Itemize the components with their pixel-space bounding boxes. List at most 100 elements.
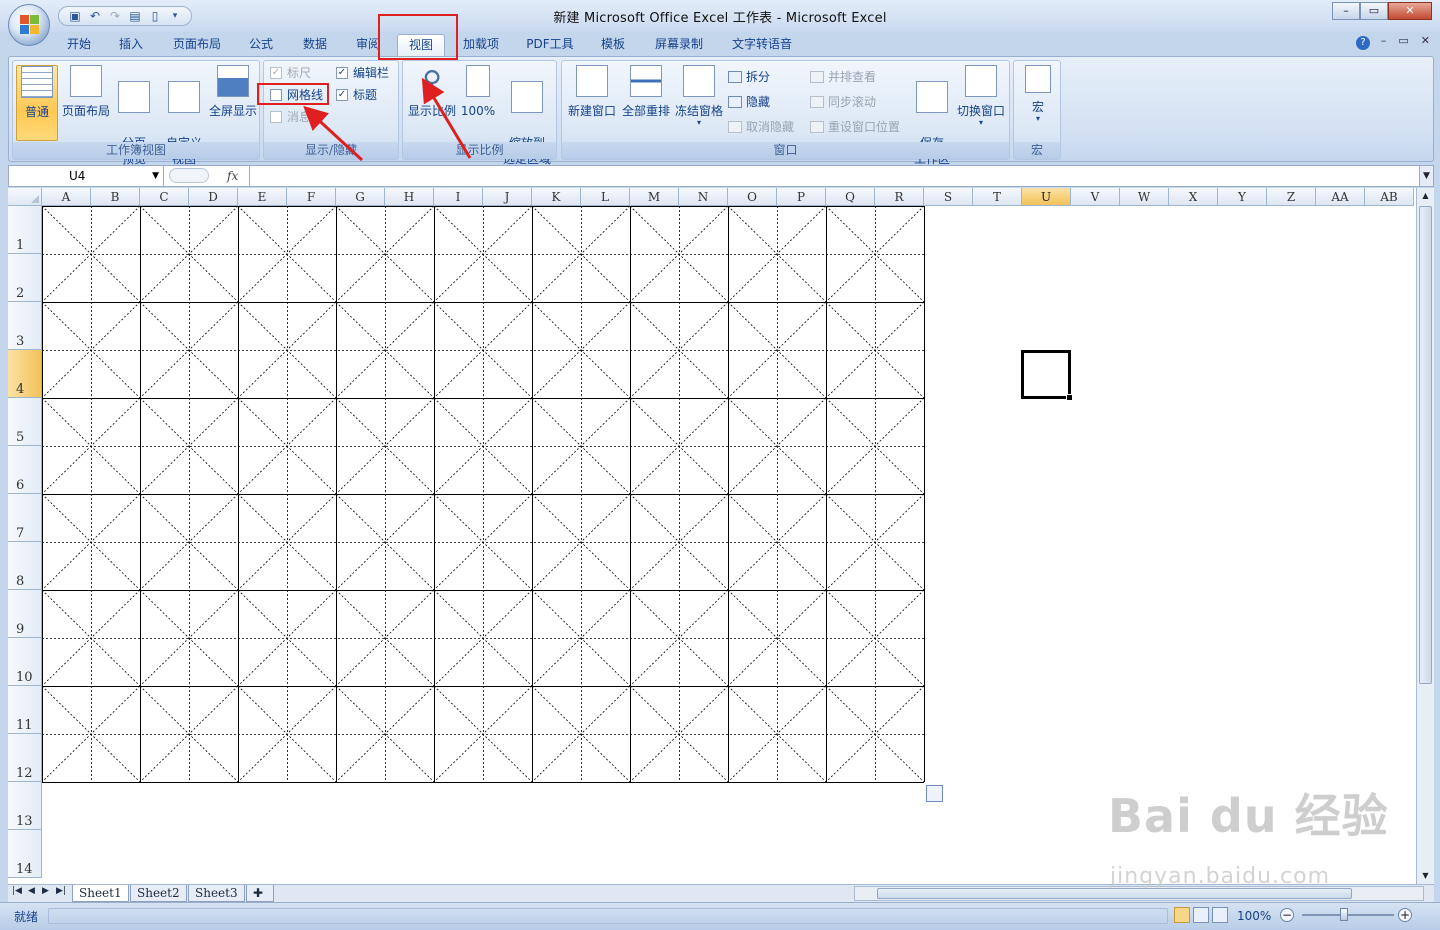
last-sheet-icon[interactable]: ▶| xyxy=(56,886,66,896)
tab-page-layout[interactable]: 页面布局 xyxy=(166,34,228,56)
unhide-button[interactable]: 取消隐藏 xyxy=(728,118,794,136)
message-bar-checkbox[interactable]: 消息栏 xyxy=(270,108,323,126)
switch-windows-button[interactable]: 切换窗口 ▾ xyxy=(954,65,1008,127)
expand-formula-bar-icon[interactable]: ▼ xyxy=(1419,166,1433,186)
insert-sheet-icon[interactable]: ✚ xyxy=(246,885,274,902)
office-button[interactable] xyxy=(8,4,50,46)
restore-workbook-icon[interactable]: ▭ xyxy=(1398,34,1408,47)
zoom-out-icon[interactable]: − xyxy=(1280,908,1294,922)
split-button[interactable]: 拆分 xyxy=(728,68,770,86)
formula-input[interactable] xyxy=(249,166,1417,186)
headings-checkbox[interactable]: ✓ 标题 xyxy=(336,86,377,104)
sheet-tab-3[interactable]: Sheet3 xyxy=(188,885,245,902)
page-layout-status-icon[interactable] xyxy=(1193,907,1209,923)
formula-bar-splitter[interactable] xyxy=(169,168,209,183)
help-icon[interactable]: ? xyxy=(1356,36,1370,50)
row-header[interactable]: 12 xyxy=(8,734,42,782)
column-header[interactable]: P xyxy=(777,188,826,206)
column-header[interactable]: C xyxy=(140,188,189,206)
minimize-button[interactable]: – xyxy=(1332,2,1360,20)
column-header[interactable]: Q xyxy=(826,188,875,206)
tab-data[interactable]: 数据 xyxy=(294,34,336,56)
arrange-all-button[interactable]: 全部重排 xyxy=(619,65,673,119)
column-header[interactable]: F xyxy=(287,188,336,206)
tab-formulas[interactable]: 公式 xyxy=(240,34,282,56)
page-break-status-icon[interactable] xyxy=(1212,907,1228,923)
column-header[interactable]: H xyxy=(385,188,434,206)
tab-insert[interactable]: 插入 xyxy=(110,34,152,56)
maximize-button[interactable]: ▭ xyxy=(1360,2,1388,20)
minimize-workbook-icon[interactable]: – xyxy=(1381,34,1387,47)
column-header[interactable]: R xyxy=(875,188,924,206)
horizontal-scroll-thumb[interactable] xyxy=(877,888,1352,899)
column-header[interactable]: AB xyxy=(1365,188,1414,206)
page-layout-view-button[interactable]: 页面布局 xyxy=(60,65,112,119)
close-button[interactable]: ✕ xyxy=(1388,2,1432,20)
reset-window-position-button[interactable]: 重设窗口位置 xyxy=(810,118,900,136)
new-window-button[interactable]: 新建窗口 xyxy=(565,65,619,119)
row-header[interactable]: 4 xyxy=(8,350,42,398)
zoom-slider-knob[interactable] xyxy=(1340,908,1348,921)
row-header[interactable]: 13 xyxy=(8,782,42,830)
column-header[interactable]: U xyxy=(1022,188,1071,206)
column-header[interactable]: Z xyxy=(1267,188,1316,206)
row-header[interactable]: 8 xyxy=(8,542,42,590)
column-header[interactable]: K xyxy=(532,188,581,206)
column-header[interactable]: O xyxy=(728,188,777,206)
sheet-tab-1[interactable]: Sheet1 xyxy=(72,885,129,902)
tab-addins[interactable]: 加载项 xyxy=(456,34,506,56)
column-header[interactable]: V xyxy=(1071,188,1120,206)
tab-text-to-speech[interactable]: 文字转语音 xyxy=(726,34,798,56)
column-header[interactable]: G xyxy=(336,188,385,206)
column-header[interactable]: E xyxy=(238,188,287,206)
zoom-percent[interactable]: 100% xyxy=(1237,909,1271,923)
row-header[interactable]: 5 xyxy=(8,398,42,446)
sync-scroll-button[interactable]: 同步滚动 xyxy=(810,93,876,111)
column-header[interactable]: X xyxy=(1169,188,1218,206)
tab-templates[interactable]: 模板 xyxy=(592,34,634,56)
column-header[interactable]: Y xyxy=(1218,188,1267,206)
tab-pdf-tools[interactable]: PDF工具 xyxy=(520,34,580,56)
prev-sheet-icon[interactable]: ◀ xyxy=(28,886,35,896)
chevron-down-icon[interactable]: ▼ xyxy=(152,166,159,186)
name-box[interactable]: U4 ▼ xyxy=(9,166,164,186)
column-header[interactable]: N xyxy=(679,188,728,206)
next-sheet-icon[interactable]: ▶ xyxy=(42,886,49,896)
row-header[interactable]: 1 xyxy=(8,206,42,254)
formula-bar-checkbox[interactable]: ✓ 编辑栏 xyxy=(336,64,389,82)
column-header[interactable]: M xyxy=(630,188,679,206)
row-header[interactable]: 10 xyxy=(8,638,42,686)
row-header[interactable]: 14 xyxy=(8,830,42,878)
hide-button[interactable]: 隐藏 xyxy=(728,93,770,111)
column-header[interactable]: A xyxy=(42,188,91,206)
freeze-panes-button[interactable]: 冻结窗格 ▾ xyxy=(672,65,726,127)
column-header[interactable]: T xyxy=(973,188,1022,206)
column-header[interactable]: J xyxy=(483,188,532,206)
row-header[interactable]: 6 xyxy=(8,446,42,494)
scroll-up-icon[interactable]: ▲ xyxy=(1417,188,1434,204)
full-screen-button[interactable]: 全屏显示 xyxy=(207,65,259,119)
vertical-scroll-thumb[interactable] xyxy=(1419,206,1432,684)
column-header[interactable]: W xyxy=(1120,188,1169,206)
column-header[interactable]: AA xyxy=(1316,188,1365,206)
row-header[interactable]: 9 xyxy=(8,590,42,638)
zoom-in-icon[interactable]: + xyxy=(1398,908,1412,922)
row-header[interactable]: 3 xyxy=(8,302,42,350)
zoom-slider-track[interactable] xyxy=(1302,914,1394,916)
column-header[interactable]: B xyxy=(91,188,140,206)
normal-view-status-icon[interactable] xyxy=(1174,907,1190,923)
tab-home[interactable]: 开始 xyxy=(58,34,100,56)
normal-view-button[interactable]: 普通 xyxy=(16,65,58,141)
row-header[interactable]: 2 xyxy=(8,254,42,302)
sheet-tab-2[interactable]: Sheet2 xyxy=(130,885,187,902)
column-header[interactable]: S xyxy=(924,188,973,206)
row-header[interactable]: 7 xyxy=(8,494,42,542)
scroll-down-icon[interactable]: ▼ xyxy=(1417,868,1434,884)
select-all-corner[interactable] xyxy=(8,188,42,206)
paste-options-icon[interactable] xyxy=(926,785,943,802)
ruler-checkbox[interactable]: ✓ 标尺 xyxy=(270,64,311,82)
row-header[interactable]: 11 xyxy=(8,686,42,734)
zoom-100-button[interactable]: 100% xyxy=(459,65,497,119)
column-header[interactable]: D xyxy=(189,188,238,206)
zoom-button[interactable]: ⚲ 显示比例 xyxy=(406,65,458,119)
